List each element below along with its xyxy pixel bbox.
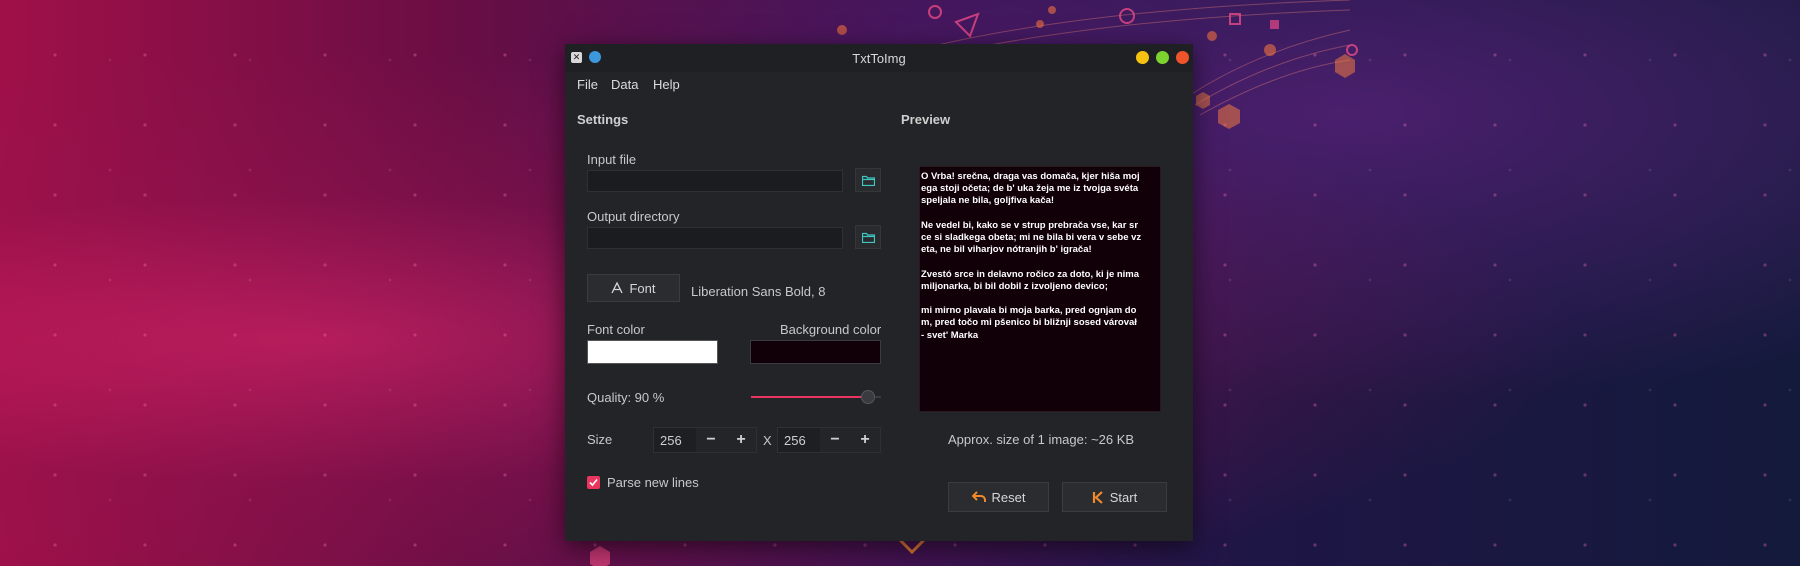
- checkmark-icon: [589, 478, 598, 487]
- size-label: Size: [587, 432, 613, 447]
- background-color-swatch[interactable]: [750, 340, 881, 364]
- quality-slider-fill: [751, 396, 868, 398]
- maximize-button[interactable]: [1156, 51, 1169, 64]
- width-increment-button[interactable]: +: [726, 428, 756, 452]
- width-value[interactable]: 256: [660, 433, 682, 448]
- start-icon: [1092, 490, 1103, 504]
- settings-title: Settings: [577, 112, 629, 127]
- height-decrement-button[interactable]: −: [820, 428, 850, 452]
- font-button[interactable]: Font: [587, 274, 680, 302]
- input-file-label: Input file: [587, 152, 637, 167]
- folder-open-icon: [861, 175, 875, 186]
- font-button-label: Font: [629, 280, 656, 296]
- preview-image: O Vrba! srečna, draga vas domača, kjer h…: [919, 166, 1161, 412]
- window-title: TxtToImg: [852, 51, 906, 66]
- output-directory-field[interactable]: [587, 227, 843, 249]
- undo-arrow-icon: [971, 491, 986, 502]
- font-icon: [611, 282, 624, 294]
- title-bar[interactable]: ✕ TxtToImg: [565, 44, 1193, 72]
- width-spinbox[interactable]: 256 − +: [653, 427, 757, 453]
- quality-slider-handle[interactable]: [861, 390, 875, 404]
- height-increment-button[interactable]: +: [850, 428, 880, 452]
- input-file-field[interactable]: [587, 170, 843, 192]
- reset-button[interactable]: Reset: [948, 482, 1049, 512]
- browse-output-button[interactable]: [855, 225, 881, 249]
- quality-label: Quality: 90 %: [587, 390, 665, 405]
- app-window: ✕ TxtToImg File Data Help Settings Input…: [565, 44, 1193, 541]
- size-separator: X: [763, 433, 772, 448]
- reset-button-label: Reset: [991, 489, 1026, 505]
- preview-title: Preview: [901, 112, 951, 127]
- font-color-label: Font color: [587, 322, 645, 337]
- size-info-label: Approx. size of 1 image: ~26 KB: [948, 432, 1135, 447]
- height-value[interactable]: 256: [784, 433, 806, 448]
- menu-bar: File Data Help: [565, 72, 1193, 96]
- close-button[interactable]: [1176, 51, 1189, 64]
- menu-file[interactable]: File: [577, 77, 598, 92]
- output-directory-label: Output directory: [587, 209, 680, 224]
- minimize-button[interactable]: [1136, 51, 1149, 64]
- browse-input-button[interactable]: [855, 168, 881, 192]
- preview-text: O Vrba! srečna, draga vas domača, kjer h…: [921, 171, 1142, 341]
- start-button-label: Start: [1109, 489, 1138, 505]
- font-color-swatch[interactable]: [587, 340, 718, 364]
- parse-new-lines-checkbox[interactable]: [587, 476, 600, 489]
- menu-help[interactable]: Help: [653, 77, 680, 92]
- parse-new-lines-label[interactable]: Parse new lines: [607, 475, 699, 490]
- start-button[interactable]: Start: [1062, 482, 1167, 512]
- menu-data[interactable]: Data: [611, 77, 638, 92]
- current-font-label: Liberation Sans Bold, 8: [691, 284, 826, 299]
- width-decrement-button[interactable]: −: [696, 428, 726, 452]
- folder-open-icon: [861, 232, 875, 243]
- height-spinbox[interactable]: 256 − +: [777, 427, 881, 453]
- background-color-label: Background color: [780, 322, 882, 337]
